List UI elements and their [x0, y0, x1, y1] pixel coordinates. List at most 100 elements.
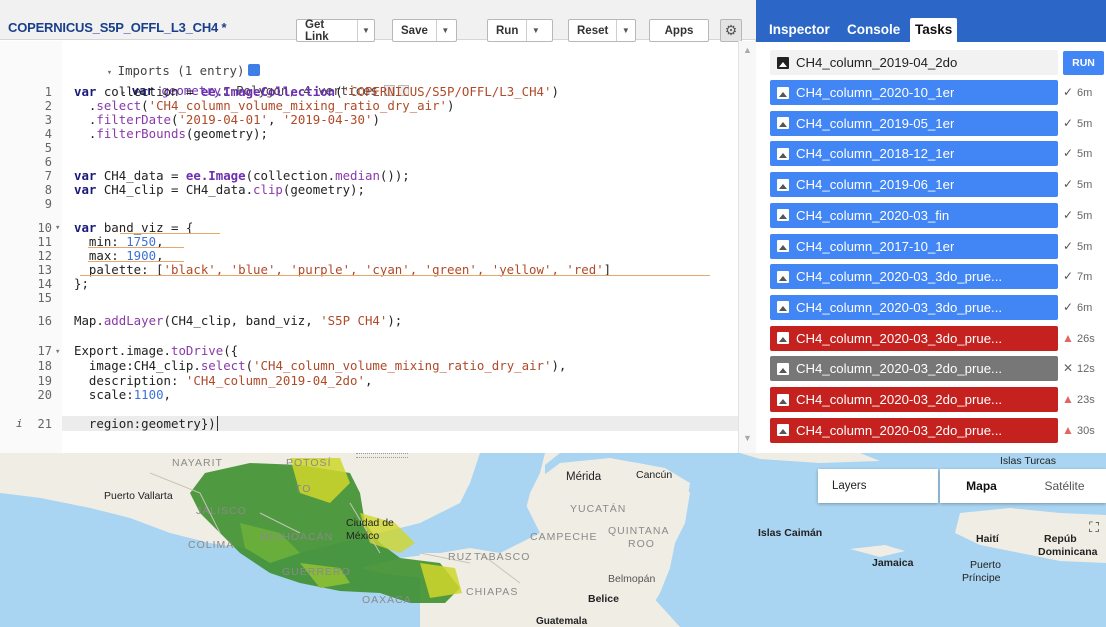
task-row[interactable]: CH4_column_2018-12_1er: [770, 141, 1058, 167]
code-area[interactable]: ▾ Imports (1 entry) ▸ var geometry: Poly…: [0, 41, 738, 453]
task-row[interactable]: CH4_column_2020-03_3do_prue...: [770, 264, 1058, 290]
fold-arrow-icon[interactable]: ▾: [55, 347, 60, 357]
import-geometry-row[interactable]: ▸ var geometry: Polygon, 4 vertices: [76, 61, 409, 98]
code-line-2: .select('CH4_column_volume_mixing_ratio_…: [74, 98, 455, 113]
code-line-15: Map.addLayer(CH4_clip, band_viz, 'S5P CH…: [74, 313, 403, 328]
task-row[interactable]: CH4_column_2020-10_1er: [770, 80, 1058, 105]
task-duration: 23s: [1077, 394, 1095, 406]
task-row[interactable]: CH4_column_2019-04_2do: [770, 50, 1058, 75]
tab-console[interactable]: Console: [842, 18, 905, 42]
task-row[interactable]: CH4_column_2019-06_1er: [770, 172, 1058, 198]
map-type-mapa[interactable]: Mapa: [940, 469, 1023, 503]
line-number: 12: [37, 249, 52, 263]
warning-underline: [88, 246, 184, 248]
map-label-belmopan: Belmopán: [608, 573, 656, 585]
fold-arrow-icon[interactable]: ▾: [55, 223, 60, 233]
map-resize-handle[interactable]: [356, 453, 408, 458]
code-line-20: scale:1100,: [74, 387, 171, 402]
fullscreen-icon[interactable]: ⛶: [1082, 515, 1106, 539]
task-status: ✓ 6m: [1062, 80, 1106, 105]
info-marker-icon[interactable]: i: [16, 417, 23, 430]
line-number: 4: [44, 127, 52, 141]
check-icon: ✓: [1062, 115, 1074, 130]
map-label-ciudad-de: Ciudad de: [346, 517, 394, 529]
map-view[interactable]: NAYARIT POTOSÍ Puerto Vallarta JALISCO C…: [0, 453, 1106, 627]
image-task-icon: [777, 86, 789, 99]
warning-underline: [80, 274, 710, 276]
line-number: 1: [44, 85, 52, 99]
tab-tasks[interactable]: Tasks: [910, 18, 958, 42]
check-icon: ✓: [1062, 238, 1074, 253]
code-line-4: .filterBounds(geometry);: [74, 126, 268, 141]
task-name: CH4_column_2020-03_3do_prue...: [796, 299, 1003, 315]
run-task-button[interactable]: RUN: [1063, 51, 1104, 75]
line-number: 21: [37, 417, 52, 431]
map-type-satelite[interactable]: Satélite: [1023, 469, 1106, 503]
task-name: CH4_column_2020-03_2do_prue...: [796, 422, 1003, 438]
imports-header[interactable]: ▾ Imports (1 entry): [62, 41, 261, 78]
task-status: ▲ 30s: [1062, 418, 1106, 443]
warning-icon: ▲: [1062, 330, 1074, 345]
task-status: ✓ 5m: [1062, 111, 1106, 136]
tasks-list: CH4_column_2019-04_2do CH4_column_2020-10…: [756, 42, 1106, 453]
map-label-michoacan: MICHOACÁN: [260, 531, 334, 543]
image-task-icon: [777, 332, 789, 345]
image-task-icon: [777, 178, 789, 191]
task-status: ✓ 5m: [1062, 234, 1106, 259]
chevron-down-icon[interactable]: ▼: [739, 433, 756, 443]
code-line-19: description: 'CH4_column_2019-04_2do',: [74, 373, 373, 388]
editor-scrollbar[interactable]: ▲ ▼: [738, 41, 756, 453]
line-number: 7: [44, 169, 52, 183]
task-row[interactable]: CH4_column_2020-03_2do_prue...: [770, 356, 1058, 382]
get-link-dropdown-icon[interactable]: ▼: [356, 20, 374, 41]
map-label-yucatan: YUCATÁN: [570, 503, 627, 515]
chevron-up-icon[interactable]: ▲: [739, 45, 756, 55]
task-name: CH4_column_2020-03_3do_prue...: [796, 269, 1003, 285]
save-dropdown-icon[interactable]: ▼: [435, 20, 454, 41]
image-task-icon: [777, 270, 789, 283]
tab-inspector[interactable]: Inspector: [764, 18, 835, 42]
code-editor-pane: COPERNICUS_S5P_OFFL_L3_CH4 * Get Link ▼ …: [0, 0, 756, 453]
get-link-button[interactable]: Get Link ▼: [296, 19, 375, 43]
task-row[interactable]: CH4_column_2020-03_fin: [770, 202, 1058, 228]
line-number: 16: [37, 314, 52, 328]
layers-control[interactable]: Layers: [818, 469, 938, 503]
map-label-guatemala: Guatemala: [536, 616, 588, 627]
line-number: 2: [44, 99, 52, 113]
map-label-roo: ROO: [628, 538, 655, 550]
line-number: 8: [44, 183, 52, 197]
task-row[interactable]: CH4_column_2020-03_2do_prue...: [770, 417, 1058, 443]
gear-icon[interactable]: ⚙: [720, 19, 742, 42]
task-row[interactable]: CH4_column_2020-03_2do_prue...: [770, 387, 1058, 412]
task-row[interactable]: CH4_column_2020-03_3do_prue...: [770, 325, 1058, 351]
map-label-puerto-vallarta: Puerto Vallarta: [104, 490, 173, 502]
line-number: 19: [37, 374, 52, 388]
map-label-ruz: RUZ: [448, 551, 473, 563]
save-button[interactable]: Save ▼: [392, 19, 457, 42]
task-status: ✓ 7m: [1062, 264, 1106, 289]
line-number: 9: [44, 197, 52, 211]
warning-underline: [88, 260, 184, 262]
map-label-haiti: Haití: [976, 533, 999, 545]
run-dropdown-icon[interactable]: ▼: [526, 20, 544, 41]
task-row[interactable]: CH4_column_2020-03_3do_prue...: [770, 294, 1058, 320]
cuba-island: [740, 453, 880, 463]
image-task-icon: [777, 147, 789, 160]
run-button[interactable]: Run ▼: [487, 19, 553, 42]
map-label-dominicana: Dominicana: [1038, 546, 1098, 558]
code-line-21: region:geometry}): [74, 416, 218, 431]
task-duration: 5m: [1077, 148, 1093, 161]
map-label-guerrero: GUERRERO: [282, 566, 351, 578]
map-label-to: TO: [295, 483, 312, 495]
run-label: Run: [496, 24, 519, 37]
script-title[interactable]: COPERNICUS_S5P_OFFL_L3_CH4 *: [8, 20, 227, 35]
task-status: ▲ 26s: [1062, 326, 1106, 351]
apps-button[interactable]: Apps: [649, 19, 709, 42]
task-row[interactable]: CH4_column_2017-10_1er: [770, 233, 1058, 259]
task-status: ▲ 23s: [1062, 387, 1106, 412]
jamaica-island: [850, 545, 905, 557]
reset-button[interactable]: Reset ▼: [568, 19, 636, 42]
task-row[interactable]: CH4_column_2019-05_1er: [770, 110, 1058, 136]
reset-dropdown-icon[interactable]: ▼: [616, 20, 634, 41]
map-label-cancun: Cancún: [636, 469, 673, 481]
